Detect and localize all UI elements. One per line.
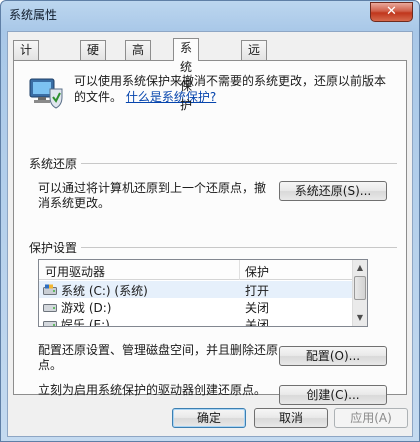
restore-group-divider bbox=[29, 163, 397, 164]
system-restore-button[interactable]: 系统还原(S)... bbox=[279, 181, 387, 201]
scroll-down-arrow-icon[interactable]: ▼ bbox=[353, 311, 367, 325]
cancel-button[interactable]: 取消 bbox=[254, 408, 328, 428]
tab-advanced[interactable]: 高级 bbox=[125, 40, 152, 76]
create-button[interactable]: 创建(C)... bbox=[279, 385, 387, 405]
tab-hardware[interactable]: 硬件 bbox=[80, 40, 107, 76]
apply-button[interactable]: 应用(A) bbox=[334, 408, 408, 428]
drive-name: 游戏 (D:) bbox=[61, 301, 112, 315]
scrollbar-thumb[interactable] bbox=[354, 276, 366, 300]
ok-button[interactable]: 确定 bbox=[172, 408, 246, 428]
system-protection-panel: 可以使用系统保护来撤消不需要的系统更改，还原以前版本的文件。 什么是系统保护? … bbox=[13, 60, 407, 405]
protect-group-divider bbox=[29, 247, 397, 248]
system-properties-window: 系统属性 ✕ 计算机名 硬件 高级 系统保护 远程 可以使用系统保护来撤消不需要… bbox=[0, 0, 420, 442]
intro-text: 可以使用系统保护来撤消不需要的系统更改，还原以前版本的文件。 什么是系统保护? bbox=[74, 73, 394, 105]
title-bar[interactable]: 系统属性 ✕ bbox=[1, 1, 419, 29]
drive-row-c[interactable]: 系统 (C:) (系统) 打开 bbox=[39, 281, 353, 298]
drives-list[interactable]: 可用驱动器 保护 系统 (C:) (系统) 打开 游戏 (D:) 关闭 娱乐 (… bbox=[38, 259, 368, 327]
drive-protection: 关闭 bbox=[245, 301, 270, 315]
drives-list-header: 可用驱动器 保护 bbox=[39, 260, 353, 280]
tab-computer-name[interactable]: 计算机名 bbox=[13, 40, 40, 114]
system-drive-icon bbox=[43, 284, 57, 295]
tab-remote[interactable]: 远程 bbox=[241, 40, 268, 76]
dialog-client-area: 计算机名 硬件 高级 系统保护 远程 可以使用系统保护来撤消不需要的系统更改，还… bbox=[7, 31, 413, 437]
column-protection[interactable]: 保护 bbox=[245, 263, 269, 280]
protect-group-title: 保护设置 bbox=[29, 239, 82, 256]
create-description: 立刻为启用系统保护的驱动器创建还原点。 bbox=[38, 383, 267, 397]
restore-group-title: 系统还原 bbox=[29, 155, 82, 172]
configure-button[interactable]: 配置(O)... bbox=[279, 346, 387, 366]
drive-icon bbox=[43, 304, 57, 312]
configure-description: 配置还原设置、管理磁盘空间，并且删除还原点。 bbox=[38, 343, 279, 372]
column-available-drives[interactable]: 可用驱动器 bbox=[45, 263, 105, 280]
help-link[interactable]: 什么是系统保护? bbox=[126, 90, 216, 104]
drive-icon bbox=[43, 321, 57, 326]
intro-description: 可以使用系统保护来撤消不需要的系统更改，还原以前版本的文件。 bbox=[74, 74, 387, 104]
close-button[interactable]: ✕ bbox=[370, 2, 413, 22]
drive-name: 系统 (C:) (系统) bbox=[61, 284, 148, 298]
system-protection-icon bbox=[29, 78, 63, 109]
scroll-up-arrow-icon[interactable]: ▲ bbox=[353, 261, 367, 275]
drive-row-e[interactable]: 娱乐 (E:) 关闭 bbox=[39, 315, 353, 327]
tab-system-protection[interactable]: 系统保护 bbox=[173, 38, 200, 112]
window-title: 系统属性 bbox=[9, 8, 58, 22]
drive-row-d[interactable]: 游戏 (D:) 关闭 bbox=[39, 298, 353, 315]
drives-list-scrollbar[interactable]: ▲ ▼ bbox=[352, 260, 367, 326]
column-separator bbox=[239, 260, 240, 280]
drive-protection: 关闭 bbox=[245, 318, 270, 327]
drive-name: 娱乐 (E:) bbox=[61, 318, 110, 327]
drive-protection: 打开 bbox=[245, 284, 270, 298]
restore-description: 可以通过将计算机还原到上一个还原点，撤消系统更改。 bbox=[38, 181, 267, 210]
